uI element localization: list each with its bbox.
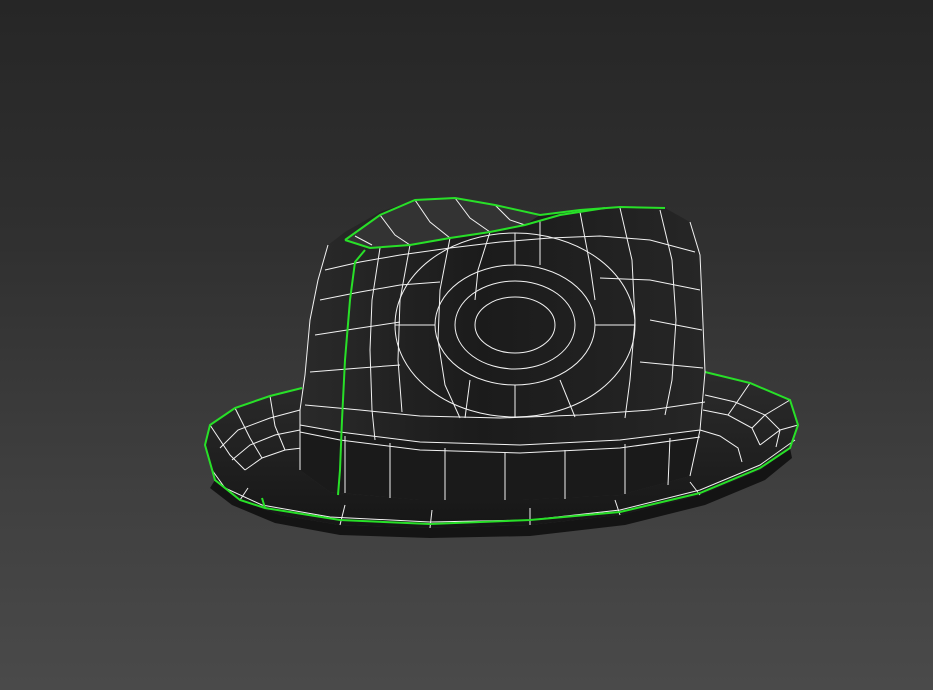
hat-crown (299, 196, 706, 500)
hat-model[interactable] (0, 0, 933, 690)
3d-viewport[interactable] (0, 0, 933, 690)
